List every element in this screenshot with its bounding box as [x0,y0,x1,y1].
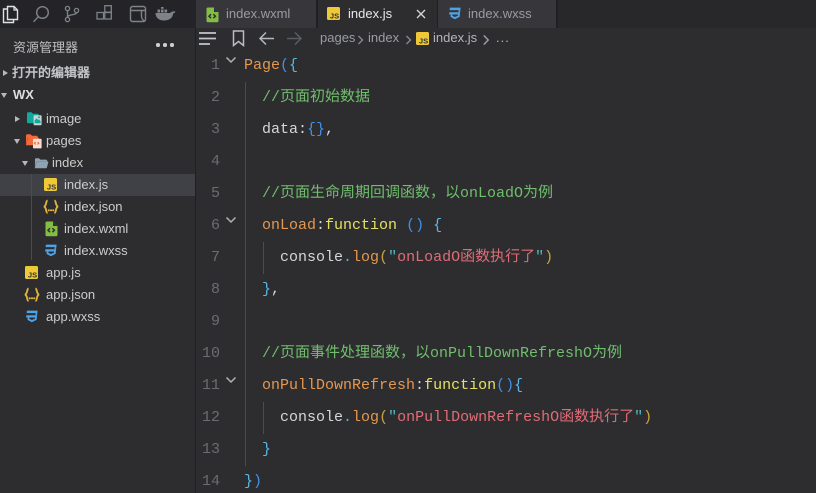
svg-text:JS: JS [330,11,339,20]
svg-text:JS: JS [28,270,37,279]
svg-text:JS: JS [47,182,56,191]
svg-text:JS: JS [419,36,428,45]
